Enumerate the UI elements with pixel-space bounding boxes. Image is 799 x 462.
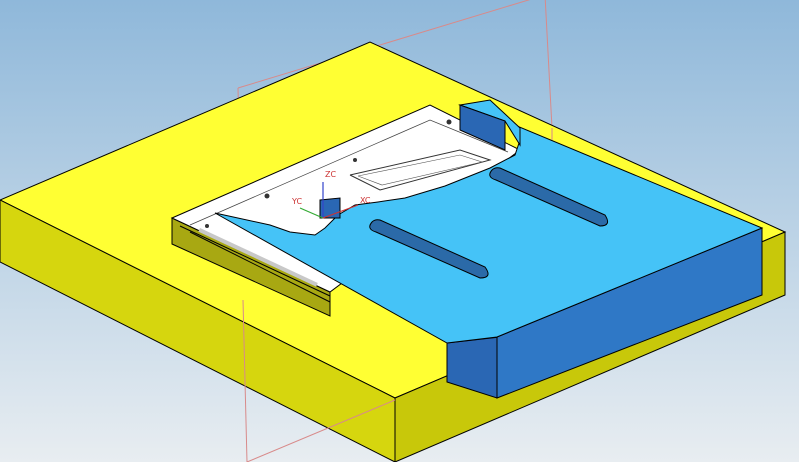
graphics-viewport[interactable]: ZC YC XC [0, 0, 799, 462]
xc-label: XC [360, 196, 371, 205]
zc-label: ZC [325, 170, 336, 179]
cad-scene[interactable]: ZC YC XC [0, 0, 799, 462]
yc-label: YC [291, 197, 302, 206]
pocket-hole-1 [264, 193, 270, 199]
pocket-hole-3 [353, 158, 357, 162]
pocket-hole-4 [205, 224, 209, 228]
pocket-hole-2 [446, 119, 452, 125]
